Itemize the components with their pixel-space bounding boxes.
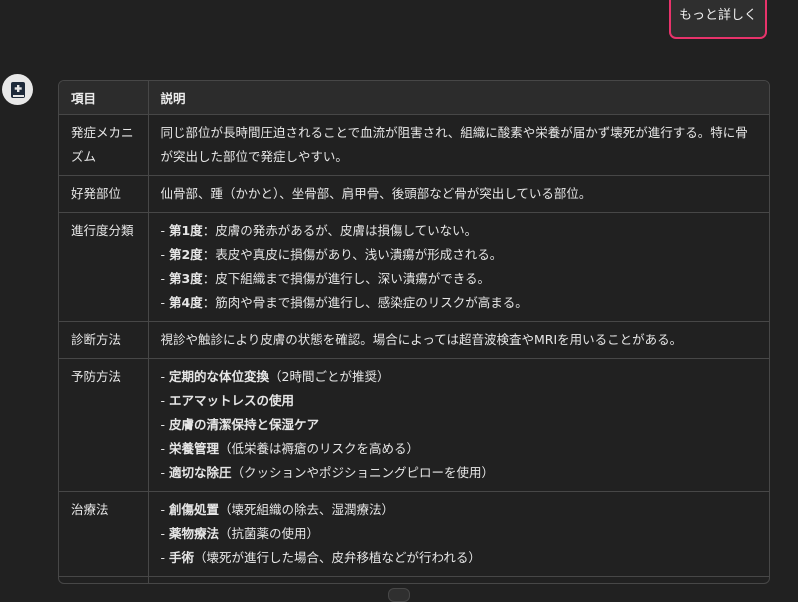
bullet-bold-term: 薬物療法 (168, 526, 219, 541)
bullet-prefix: - (160, 271, 169, 286)
bullet-detail: （2時間ごとが推奨） (269, 369, 390, 384)
bullet-detail: （壊死が進行した場合、皮弁移植などが行われる） (194, 550, 481, 565)
description-line: - 薬物療法（抗菌薬の使用） (161, 522, 758, 546)
description-line: - エアマットレスの使用 (161, 389, 758, 413)
description-line: - 定期的な体位変換（2時間ごとが推奨） (161, 365, 758, 389)
row-item-cell: 予防方法 (59, 358, 148, 492)
bullet-detail: （壊死組織の除去、湿潤療法） (219, 502, 395, 517)
column-header-description: 説明 (147, 81, 769, 115)
description-line: - 第4度：筋肉や骨まで損傷が進行し、感染症のリスクが高まる。 (161, 291, 758, 315)
bullet-detail: （低栄養は褥瘡のリスクを高める） (219, 441, 420, 456)
description-line: - 手術（壊死が進行した場合、皮弁移植などが行われる） (161, 546, 758, 570)
bullet-bold-term: 皮膚の清潔保持と保湿ケア (168, 417, 319, 432)
bullet-bold-term: 手術 (168, 550, 194, 565)
bullet-detail: ：皮膚の発赤があるが、皮膚は損傷していない。 (202, 223, 478, 238)
table-row: 診断方法 視診や触診により皮膚の状態を確認。場合によっては超音波検査やMRIを用い… (59, 321, 769, 359)
bullet-detail: ：筋肉や骨まで損傷が進行し、感染症のリスクが高まる。 (202, 295, 528, 310)
bullet-prefix: - (160, 295, 169, 310)
scroll-down-button[interactable] (388, 588, 410, 602)
description-line: - 栄養管理（低栄養は褥瘡のリスクを高める） (161, 437, 758, 461)
row-description-cell: 蜂窩織炎（ほうかしきえん）、敗血症、骨髄炎など。放置すると生命に関わる場合がある… (147, 576, 769, 584)
bullet-prefix: - (160, 465, 169, 480)
bullet-detail: ：表皮や真皮に損傷があり、浅い潰瘍が形成される。 (202, 247, 503, 262)
bullet-prefix: - (160, 393, 169, 408)
table-row: 好発部位 仙骨部、踵（かかと）、坐骨部、肩甲骨、後頭部など骨が突出している部位。 (59, 175, 769, 213)
description-line: - 適切な除圧（クッションやポジショニングピローを使用） (161, 461, 758, 485)
user-message-text: もっと詳しく (678, 8, 757, 23)
description-line: 視診や触診により皮膚の状態を確認。場合によっては超音波検査やMRIを用いることが… (160, 332, 683, 347)
bullet-bold-term: 栄養管理 (168, 441, 219, 456)
bullet-bold-term: エアマットレスの使用 (168, 393, 294, 408)
row-item-cell: 診断方法 (59, 321, 148, 359)
bullet-detail: （クッションやポジショニングピローを使用） (231, 465, 495, 480)
bullet-bold-term: 定期的な体位変換 (168, 369, 269, 384)
row-description-cell: - 第1度：皮膚の発赤があるが、皮膚は損傷していない。 - 第2度：表皮や真皮に損… (147, 212, 769, 322)
bullet-bold-term: 第4度 (168, 295, 203, 310)
bullet-detail: ：皮下組織まで損傷が進行し、深い潰瘍ができる。 (202, 271, 490, 286)
bullet-bold-term: 創傷処置 (168, 502, 219, 517)
row-description-cell: - 創傷処置（壊死組織の除去、湿潤療法） - 薬物療法（抗菌薬の使用） - 手術（壊… (147, 491, 769, 577)
table-row: 進行度分類 - 第1度：皮膚の発赤があるが、皮膚は損傷していない。 - 第2度：表皮… (59, 212, 769, 322)
bullet-prefix: - (160, 247, 169, 262)
assistant-avatar (2, 74, 33, 105)
row-description-cell: - 定期的な体位変換（2時間ごとが推奨） - エアマットレスの使用 - 皮膚の清潔保… (147, 358, 769, 492)
bullet-prefix: - (160, 502, 169, 517)
bullet-prefix: - (160, 526, 169, 541)
description-line: - 皮膚の清潔保持と保湿ケア (161, 413, 758, 437)
description-line: - 創傷処置（壊死組織の除去、湿潤療法） (161, 498, 758, 522)
bullet-prefix: - (160, 369, 169, 384)
row-description-cell: 視診や触診により皮膚の状態を確認。場合によっては超音波検査やMRIを用いることが… (147, 321, 769, 359)
bullet-prefix: - (160, 417, 169, 432)
row-description-cell: 同じ部位が長時間圧迫されることで血流が阻害され、組織に酸素や栄養が届かず壊死が進… (147, 114, 769, 176)
table-row: 治療法 - 創傷処置（壊死組織の除去、湿潤療法） - 薬物療法（抗菌薬の使用） - 手… (59, 491, 769, 577)
row-item-cell: 好発部位 (59, 175, 148, 213)
description-line: 蜂窩織炎（ほうかしきえん）、敗血症、骨髄炎など。放置すると生命に関わる場合がある… (161, 583, 758, 584)
bullet-prefix: - (160, 223, 169, 238)
row-item-cell: 進行度分類 (59, 212, 148, 322)
description-line: - 第1度：皮膚の発赤があるが、皮膚は損傷していない。 (161, 219, 758, 243)
description-line: - 第3度：皮下組織まで損傷が進行し、深い潰瘍ができる。 (161, 267, 758, 291)
bullet-bold-term: 第3度 (168, 271, 203, 286)
table-row: 合併症蜂窩織炎（ほうかしきえん）、敗血症、骨髄炎など。放置すると生命に関わる場合… (59, 576, 769, 584)
bullet-detail: （抗菌薬の使用） (219, 526, 320, 541)
column-header-item: 項目 (59, 81, 148, 115)
medical-book-icon (10, 81, 25, 98)
table-row: 予防方法 - 定期的な体位変換（2時間ごとが推奨） - エアマットレスの使用 - 皮膚… (59, 358, 769, 492)
description-line: が突出した部位で発症しやすい。 (160, 149, 348, 164)
description-line: - 第2度：表皮や真皮に損傷があり、浅い潰瘍が形成される。 (161, 243, 758, 267)
info-table: 項目 説明 発症メカニズム 同じ部位が長時間圧迫されることで血流が阻害され、組織に… (58, 80, 770, 584)
table-row: 発症メカニズム 同じ部位が長時間圧迫されることで血流が阻害され、組織に酸素や栄養が… (59, 114, 769, 176)
table-header-row: 項目 説明 (59, 81, 769, 115)
row-item-cell: 合併症 (59, 576, 148, 583)
bullet-bold-term: 第2度 (168, 247, 203, 262)
bullet-bold-term: 第1度 (168, 223, 203, 238)
description-line: 同じ部位が長時間圧迫されることで血流が阻害され、組織に酸素や栄養が届かず壊死が進… (160, 125, 748, 140)
row-item-cell: 発症メカニズム (71, 125, 134, 164)
user-message-bubble: もっと詳しく (669, 0, 767, 39)
bullet-bold-term: 適切な除圧 (168, 465, 232, 480)
description-line: 仙骨部、踵（かかと）、坐骨部、肩甲骨、後頭部など骨が突出している部位。 (160, 186, 592, 201)
bullet-prefix: - (160, 441, 169, 456)
row-description-cell: 仙骨部、踵（かかと）、坐骨部、肩甲骨、後頭部など骨が突出している部位。 (147, 175, 769, 213)
bullet-prefix: - (160, 550, 169, 565)
row-item-cell: 治療法 (59, 491, 148, 577)
